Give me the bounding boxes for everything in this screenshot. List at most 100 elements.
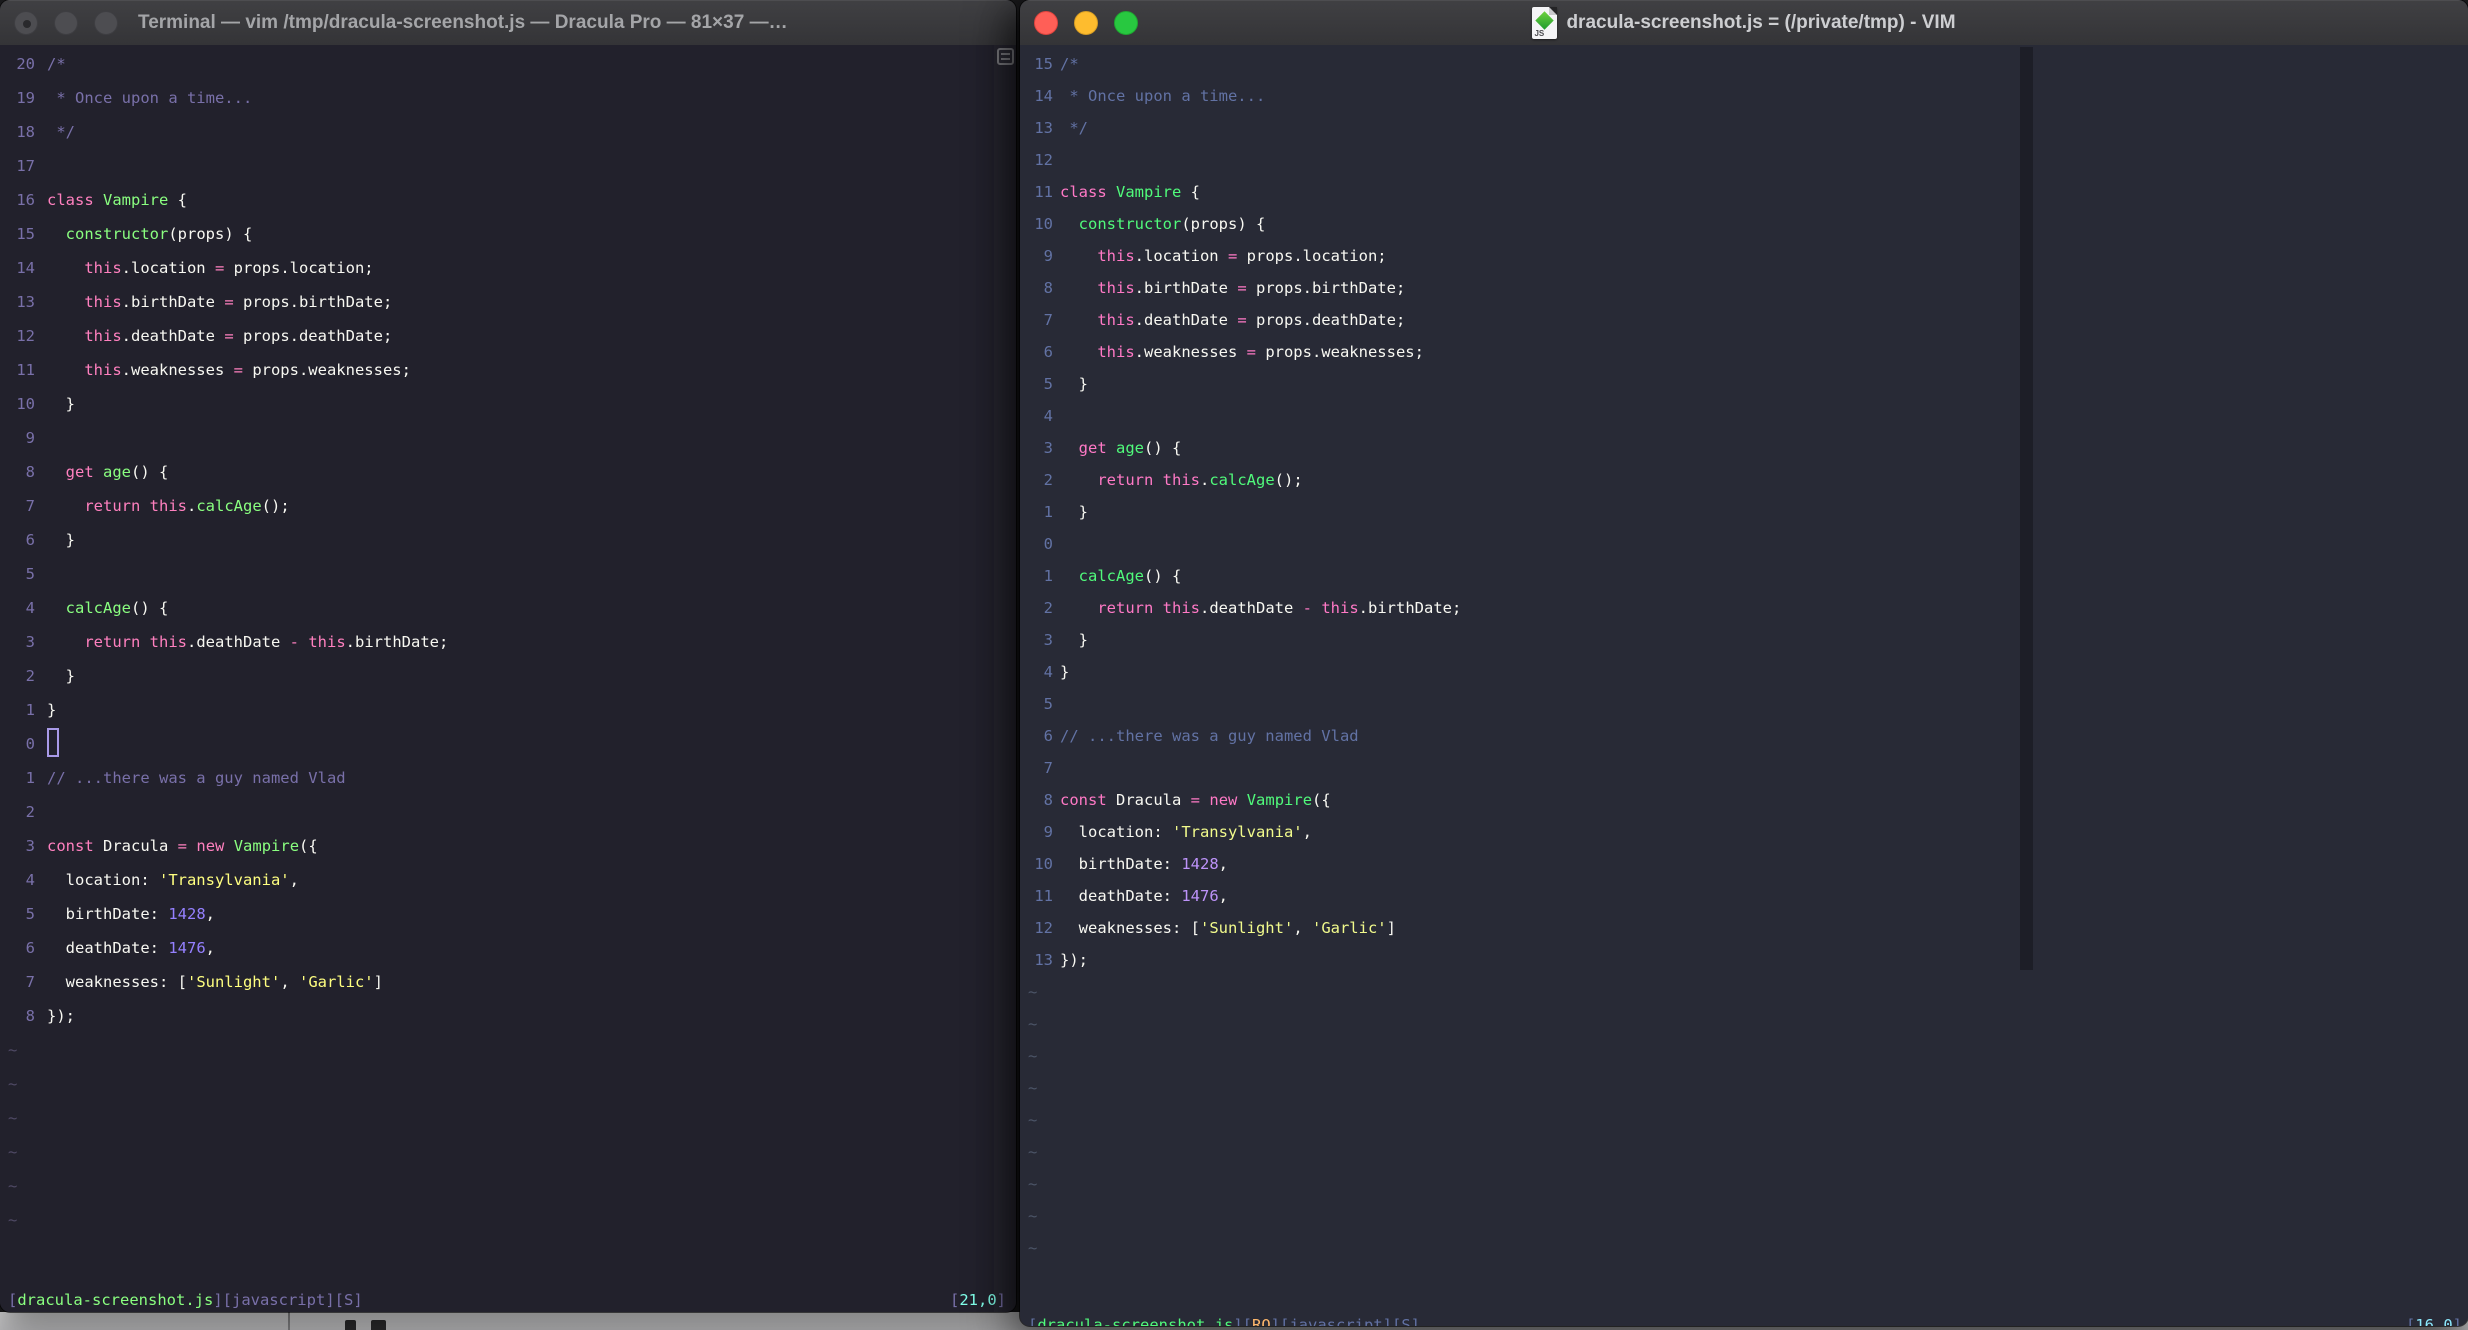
code-line[interactable]: 12	[1020, 144, 2468, 176]
code-line[interactable]: 13 */	[1020, 112, 2468, 144]
line-number: 11	[16, 361, 35, 379]
code-line[interactable]: 6 // ...there was a guy named Vlad	[1020, 720, 2468, 752]
line-text: // ...there was a guy named Vlad	[1060, 727, 1359, 745]
code-area[interactable]: 20/* 19 * Once upon a time... 18 */17 16 cla…	[0, 47, 1016, 1237]
code-area[interactable]: 15/* 14 * Once upon a time... 13 */12 11 cla…	[1020, 48, 2468, 1264]
code-line[interactable]: 0	[1020, 528, 2468, 560]
background-text-fragment	[371, 1320, 386, 1330]
code-line[interactable]: 3 return this.deathDate - this.birthDate…	[0, 625, 1016, 659]
line-number: 3	[1043, 631, 1053, 649]
vim-tilde: ~	[8, 1211, 18, 1229]
code-line[interactable]: 1 // ...there was a guy named Vlad	[0, 761, 1016, 795]
code-line[interactable]: 14 * Once upon a time...	[1020, 80, 2468, 112]
zoom-button[interactable]	[1114, 10, 1138, 35]
code-line[interactable]: 0	[0, 727, 1016, 761]
code-line[interactable]: 2 }	[0, 659, 1016, 693]
line-text: return this.calcAge();	[1097, 471, 1303, 489]
code-line[interactable]: 12 weaknesses: ['Sunlight', 'Garlic']	[1020, 912, 2468, 944]
code-line[interactable]: 4 calcAge() {	[0, 591, 1016, 625]
code-line[interactable]: 2 return this.deathDate - this.birthDate…	[1020, 592, 2468, 624]
line-number: 6	[25, 531, 35, 549]
line-number: 7	[25, 973, 35, 991]
code-line[interactable]: 2 return this.calcAge();	[1020, 464, 2468, 496]
code-line[interactable]: 1 calcAge() {	[1020, 560, 2468, 592]
code-line[interactable]: 14 this.location = props.location;	[0, 251, 1016, 285]
code-line[interactable]: 1 }	[1020, 496, 2468, 528]
code-line[interactable]: 18 */	[0, 115, 1016, 149]
code-line[interactable]: 13});	[1020, 944, 2468, 976]
code-line[interactable]: 2	[0, 795, 1016, 829]
code-line[interactable]: 3 }	[1020, 624, 2468, 656]
code-line[interactable]: 3 const Dracula = new Vampire({	[0, 829, 1016, 863]
code-line[interactable]: 6 }	[0, 523, 1016, 557]
code-line[interactable]: 1}	[0, 693, 1016, 727]
code-line[interactable]: 13 this.birthDate = props.birthDate;	[0, 285, 1016, 319]
code-line[interactable]: 11 this.weaknesses = props.weaknesses;	[0, 353, 1016, 387]
code-line[interactable]: 8 const Dracula = new Vampire({	[1020, 784, 2468, 816]
code-line[interactable]: 5	[0, 557, 1016, 591]
close-button[interactable]	[14, 10, 38, 35]
line-number: 5	[25, 565, 35, 583]
vim-tilde: ~	[8, 1109, 18, 1127]
code-line[interactable]: 9 location: 'Transylvania',	[1020, 816, 2468, 848]
code-line[interactable]: 17	[0, 149, 1016, 183]
code-line[interactable]: 7 this.deathDate = props.deathDate;	[1020, 304, 2468, 336]
minimize-button[interactable]	[54, 10, 78, 35]
traffic-lights	[1034, 10, 1138, 35]
vim-editor-left[interactable]: 20/* 19 * Once upon a time... 18 */17 16 cla…	[0, 45, 1016, 1312]
code-line[interactable]: 6 deathDate: 1476,	[0, 931, 1016, 965]
code-line[interactable]: 6 this.weaknesses = props.weaknesses;	[1020, 336, 2468, 368]
code-line[interactable]: 10 }	[0, 387, 1016, 421]
line-text: }	[1060, 375, 1088, 393]
vim-cursor	[47, 728, 59, 757]
code-line[interactable]: 8});	[0, 999, 1016, 1033]
code-line[interactable]: 5 birthDate: 1428,	[0, 897, 1016, 931]
code-line[interactable]: 11 deathDate: 1476,	[1020, 880, 2468, 912]
code-line[interactable]: 7 weaknesses: ['Sunlight', 'Garlic']	[0, 965, 1016, 999]
vim-statusline: [dracula-screenshot.js][javascript][S] […	[8, 1283, 1006, 1312]
vim-tilde: ~	[1028, 1239, 1038, 1257]
line-text: /*	[47, 55, 66, 73]
code-line[interactable]: 3 get age() {	[1020, 432, 2468, 464]
code-line[interactable]: 10 constructor(props) {	[1020, 208, 2468, 240]
code-line[interactable]: 4	[1020, 400, 2468, 432]
scrollbar-thumb[interactable]	[2020, 47, 2033, 970]
code-line[interactable]: 15 constructor(props) {	[0, 217, 1016, 251]
line-number: 10	[16, 395, 35, 413]
minimize-button[interactable]	[1074, 10, 1098, 35]
close-button[interactable]	[1034, 10, 1058, 35]
code-line[interactable]: 10 birthDate: 1428,	[1020, 848, 2468, 880]
background-window-divider	[288, 1312, 290, 1330]
macvim-window: JS dracula-screenshot.js = (/private/tmp…	[1020, 0, 2468, 1326]
vim-editor-right[interactable]: 15/* 14 * Once upon a time... 13 */12 11 cla…	[1020, 45, 2468, 1326]
vim-tilde: ~	[1028, 1207, 1038, 1225]
code-line[interactable]: 20 /*	[0, 47, 1016, 81]
terminal-titlebar[interactable]: Terminal — vim /tmp/dracula-screenshot.j…	[0, 0, 1016, 46]
macvim-titlebar[interactable]: JS dracula-screenshot.js = (/private/tmp…	[1020, 0, 2468, 46]
vim-tilde: ~	[8, 1177, 18, 1195]
code-line[interactable]: 4 location: 'Transylvania',	[0, 863, 1016, 897]
line-text: class Vampire {	[47, 191, 188, 209]
code-line[interactable]: 11 class Vampire {	[1020, 176, 2468, 208]
code-line[interactable]: 8 get age() {	[0, 455, 1016, 489]
code-line[interactable]: 15 /*	[1020, 48, 2468, 80]
code-line[interactable]: 5 }	[1020, 368, 2468, 400]
vim-tilde: ~	[1028, 1111, 1038, 1129]
zoom-button[interactable]	[94, 10, 118, 35]
vim-tilde: ~	[8, 1075, 18, 1093]
code-line[interactable]: 8 this.birthDate = props.birthDate;	[1020, 272, 2468, 304]
code-line[interactable]: 7 return this.calcAge();	[0, 489, 1016, 523]
code-line[interactable]: 9 this.location = props.location;	[1020, 240, 2468, 272]
line-text: const Dracula = new Vampire({	[47, 837, 318, 855]
code-line[interactable]: 9	[0, 421, 1016, 455]
line-number: 1	[1043, 503, 1053, 521]
code-line[interactable]: 16 class Vampire {	[0, 183, 1016, 217]
code-line[interactable]: 4}	[1020, 656, 2468, 688]
code-line[interactable]: 7	[1020, 752, 2468, 784]
code-line[interactable]: 19 * Once upon a time...	[0, 81, 1016, 115]
code-line[interactable]: 12 this.deathDate = props.deathDate;	[0, 319, 1016, 353]
line-number: 13	[1034, 951, 1053, 969]
line-text	[47, 727, 59, 761]
code-line[interactable]: 5	[1020, 688, 2468, 720]
scrollbar-jump-widget[interactable]	[997, 48, 1014, 65]
